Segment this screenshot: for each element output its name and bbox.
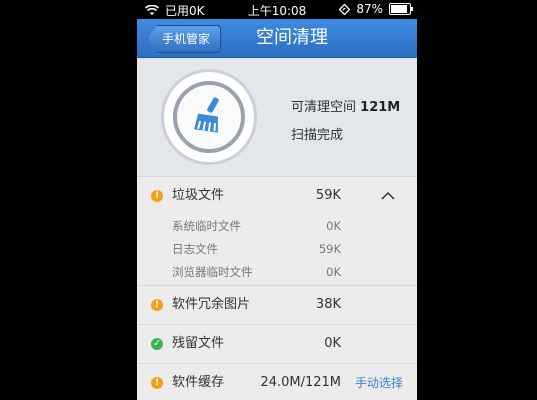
phone-screen: 已用0K 上午10:08 87% 手机管家 空间清理 可清理空间 121M 扫描…	[137, 0, 417, 400]
list-item-residual-files[interactable]: ✓ 残留文件 0K	[137, 325, 417, 364]
list-item-redundant-images[interactable]: ! 软件冗余图片 38K	[137, 286, 417, 325]
location-icon	[339, 3, 351, 15]
check-icon: ✓	[151, 338, 163, 350]
list-item-junk[interactable]: ! 垃圾文件 59K	[137, 177, 417, 215]
cleanable-value: 121M	[360, 100, 401, 115]
clean-list: ! 垃圾文件 59K 系统临时文件 0K 日志文件 59K 浏览器临时文件 0K…	[137, 177, 417, 400]
manual-select-link[interactable]: 手动选择	[355, 364, 403, 400]
page-title: 空间清理	[256, 27, 328, 48]
title-bar: 手机管家 空间清理	[137, 19, 417, 58]
scan-summary: 可清理空间 121M 扫描完成	[137, 58, 417, 177]
scan-status: 扫描完成	[291, 128, 344, 143]
status-bar: 已用0K 上午10:08 87%	[137, 0, 417, 19]
scan-ring	[161, 69, 257, 165]
list-subitem[interactable]: 系统临时文件 0K	[137, 215, 417, 238]
list-subitem[interactable]: 浏览器临时文件 0K	[137, 261, 417, 286]
list-subitem[interactable]: 日志文件 59K	[137, 238, 417, 261]
warning-icon: !	[151, 299, 163, 311]
cleanable-label: 可清理空间	[291, 100, 357, 115]
broom-icon	[194, 97, 219, 133]
battery-percent: 87%	[356, 2, 383, 16]
list-item-app-cache[interactable]: ! 软件缓存 24.0M/121M 手动选择	[137, 364, 417, 400]
warning-icon: !	[151, 190, 163, 202]
warning-icon: !	[151, 377, 163, 389]
chevron-up-icon[interactable]	[381, 189, 395, 203]
battery-icon	[389, 3, 413, 15]
